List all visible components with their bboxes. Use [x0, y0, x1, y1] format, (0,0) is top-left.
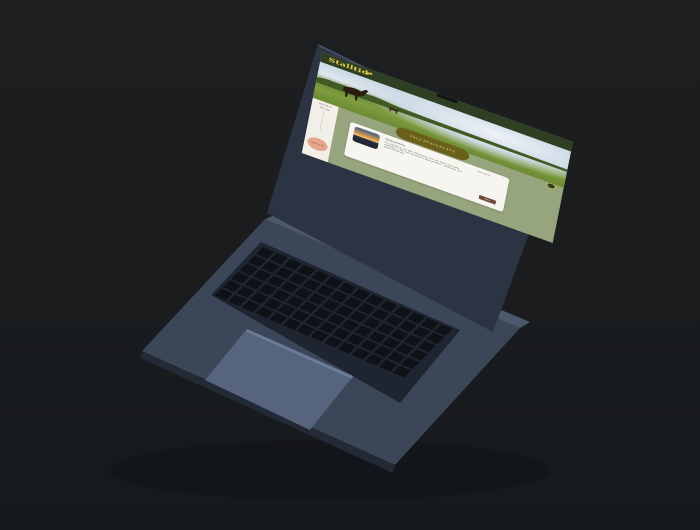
- keyboard-key: [263, 298, 283, 310]
- keyboard-key: [365, 294, 384, 307]
- keyboard-key: [277, 304, 296, 316]
- keyboard-key: [332, 327, 351, 340]
- keyboard-key: [305, 315, 324, 328]
- keyboard-key: [250, 292, 269, 304]
- keyboard-key: [321, 299, 340, 311]
- keyboard-key: [241, 300, 261, 313]
- keyboard-key: [390, 328, 409, 341]
- keyboard-key: [299, 301, 318, 314]
- keyboard-key: [236, 286, 255, 298]
- keyboard-key: [417, 340, 436, 353]
- keyboard-key: [214, 288, 233, 301]
- keyboard-key: [365, 353, 384, 366]
- laptop-mockup: Stalltid 2024-06-03 Min sida Boka ny tid: [0, 0, 700, 530]
- keyboard-key: [335, 305, 354, 317]
- keyboard-key: [261, 261, 280, 273]
- keyboard-key: [302, 279, 321, 291]
- keyboard-key: [308, 293, 327, 306]
- keyboard-key: [376, 322, 395, 335]
- keyboard-key: [343, 296, 362, 309]
- keyboard-key: [291, 309, 310, 322]
- keyboard-key: [407, 312, 426, 324]
- keyboard-key: [371, 308, 390, 321]
- keyboard-key: [354, 325, 373, 338]
- keyboard-key: [256, 247, 275, 259]
- keyboard-key: [280, 281, 299, 294]
- keyboard-key: [392, 365, 411, 378]
- card-side-text: 2024-06-03: [477, 170, 491, 177]
- keyboard-key: [318, 321, 337, 334]
- keyboard-key: [231, 272, 250, 284]
- keyboard-key: [352, 288, 371, 301]
- keyboard-key: [327, 313, 346, 326]
- keyboard-key: [294, 287, 313, 300]
- keyboard-key: [393, 306, 412, 318]
- keyboard-key: [384, 314, 404, 327]
- keyboard-key: [255, 306, 274, 319]
- keyboard-key: [398, 320, 417, 333]
- keyboard-key: [228, 294, 247, 307]
- keyboard-key: [426, 332, 445, 345]
- keyboard-key: [368, 331, 387, 343]
- keyboard-key: [313, 307, 332, 320]
- keyboard-key: [269, 252, 288, 265]
- keyboard-key: [382, 337, 401, 349]
- keyboard-key: [338, 282, 357, 295]
- keyboard-key: [296, 324, 315, 336]
- book-button[interactable]: Boka ny tid: [306, 134, 329, 154]
- keyboard-key: [288, 273, 308, 285]
- keyboard-key: [404, 334, 423, 347]
- keyboard-key: [258, 283, 277, 296]
- keyboard-key: [253, 269, 272, 282]
- sunset-thumbnail: [352, 126, 381, 150]
- keyboard-key: [346, 333, 365, 346]
- keyboard-key: [283, 318, 302, 331]
- keyboard-key: [316, 284, 335, 297]
- keyboard-key: [297, 264, 316, 277]
- keyboard-key: [310, 330, 329, 342]
- horse-image: [342, 86, 369, 101]
- keyboard-key: [409, 349, 428, 361]
- keyboard-key: [373, 345, 392, 358]
- help-icon[interactable]: [545, 181, 557, 191]
- keyboard-key: [283, 258, 302, 271]
- keyboard-key: [349, 311, 368, 323]
- keyboard-key: [351, 347, 370, 360]
- keyboard-key: [401, 357, 420, 370]
- sidebar-divider: [319, 111, 324, 131]
- keyboard-key: [286, 295, 305, 308]
- keyboard-key: [269, 312, 288, 325]
- keyboard-key: [387, 351, 406, 364]
- keyboard-key: [420, 318, 439, 330]
- keyboard-key: [379, 300, 398, 313]
- keyboard-key: [359, 339, 379, 352]
- keyboard-key: [222, 280, 241, 293]
- keyboard-key: [239, 263, 258, 276]
- keyboard-key: [337, 342, 357, 354]
- keyboard-key: [357, 302, 376, 315]
- keyboard-key: [324, 336, 343, 348]
- keyboard-key: [330, 290, 349, 303]
- keyboard-key: [412, 326, 431, 339]
- keyboard-key: [395, 343, 414, 355]
- keyboard-key: [362, 317, 382, 329]
- keyboard-key: [311, 270, 330, 283]
- keyboard-key: [247, 255, 266, 268]
- card-button[interactable]: Boka: [478, 194, 497, 205]
- keyboard-key: [272, 289, 291, 302]
- keyboard-key: [324, 276, 343, 289]
- keyboard-key: [434, 324, 453, 336]
- keyboard-key: [266, 275, 286, 288]
- keyboard-key: [379, 359, 398, 372]
- keyboard-key: [244, 277, 263, 290]
- keyboard-key: [340, 319, 359, 332]
- keyboard-key: [275, 267, 294, 279]
